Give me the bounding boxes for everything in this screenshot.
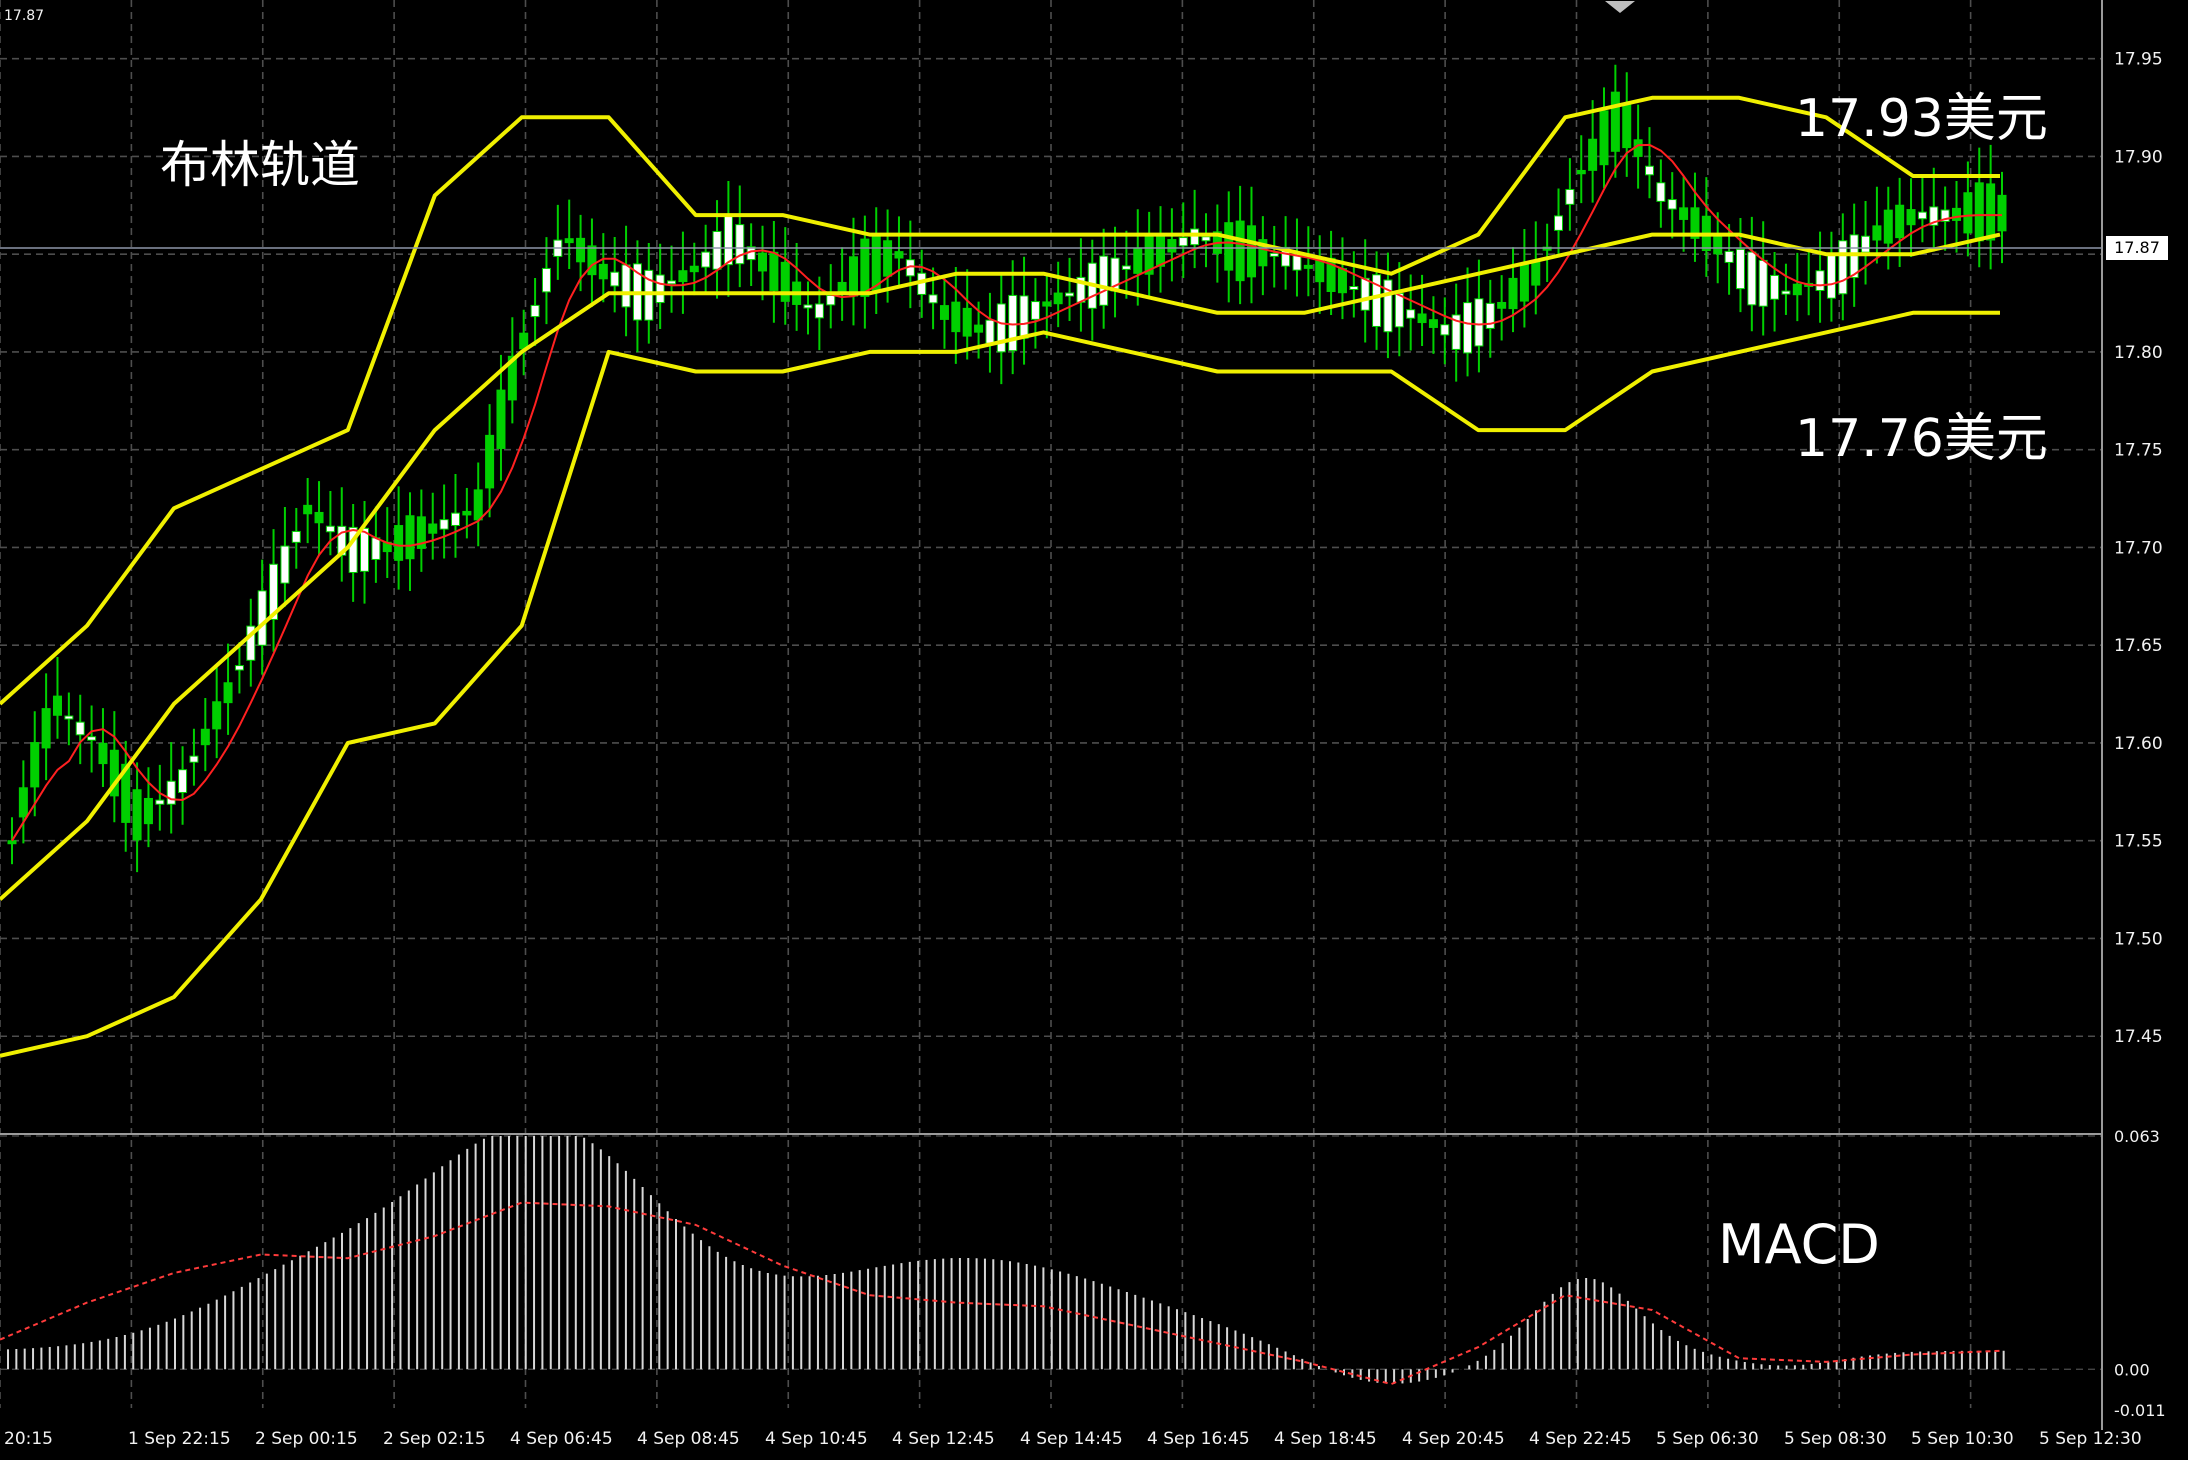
- svg-text:2 Sep 00:15: 2 Sep 00:15: [255, 1429, 358, 1449]
- svg-text:4 Sep 18:45: 4 Sep 18:45: [1274, 1429, 1377, 1449]
- svg-text:17.95: 17.95: [2114, 50, 2163, 70]
- svg-text:20:15: 20:15: [4, 1429, 53, 1449]
- svg-text:1 Sep 22:15: 1 Sep 22:15: [128, 1429, 231, 1449]
- svg-text:4 Sep 22:45: 4 Sep 22:45: [1529, 1429, 1632, 1449]
- svg-text:17.55: 17.55: [2114, 832, 2163, 852]
- svg-text:-0.011: -0.011: [2114, 1401, 2166, 1420]
- current-price-value: 17.87: [2114, 238, 2160, 257]
- svg-text:0.063: 0.063: [2114, 1127, 2160, 1146]
- svg-text:17.75: 17.75: [2114, 441, 2163, 461]
- svg-text:4 Sep 08:45: 4 Sep 08:45: [637, 1429, 740, 1449]
- svg-text:5 Sep 06:30: 5 Sep 06:30: [1656, 1429, 1759, 1449]
- macd-label: MACD: [1718, 1213, 1880, 1276]
- svg-text:0.00: 0.00: [2114, 1360, 2150, 1379]
- chart-title: 布林轨道: [160, 136, 360, 194]
- svg-text:4 Sep 10:45: 4 Sep 10:45: [765, 1429, 868, 1449]
- svg-text:4 Sep 20:45: 4 Sep 20:45: [1402, 1429, 1505, 1449]
- top-left-price: 17.87: [4, 8, 44, 24]
- svg-text:17.50: 17.50: [2114, 929, 2163, 949]
- svg-text:4 Sep 14:45: 4 Sep 14:45: [1020, 1429, 1123, 1449]
- upper-price-annotation: 17.93美元: [1795, 89, 2048, 149]
- svg-text:5 Sep 08:30: 5 Sep 08:30: [1784, 1429, 1887, 1449]
- lower-price-annotation: 17.76美元: [1795, 409, 2048, 469]
- svg-text:5 Sep 12:30: 5 Sep 12:30: [2039, 1429, 2142, 1449]
- svg-text:4 Sep 06:45: 4 Sep 06:45: [510, 1429, 613, 1449]
- svg-text:2 Sep 02:15: 2 Sep 02:15: [383, 1429, 486, 1449]
- svg-text:17.70: 17.70: [2114, 538, 2163, 558]
- chart-root: 17.9517.9017.8517.8017.7517.7017.6517.60…: [0, 0, 2188, 1460]
- svg-text:4 Sep 16:45: 4 Sep 16:45: [1147, 1429, 1250, 1449]
- svg-text:4 Sep 12:45: 4 Sep 12:45: [892, 1429, 995, 1449]
- svg-text:17.65: 17.65: [2114, 636, 2163, 656]
- svg-text:17.45: 17.45: [2114, 1027, 2163, 1047]
- candlestick-chart: 17.9517.9017.8517.8017.7517.7017.6517.60…: [0, 0, 2188, 1460]
- svg-text:17.90: 17.90: [2114, 147, 2163, 167]
- time-axis: 20:15 1 Sep 22:15 2 Sep 00:15 2 Sep 02:15 4 …: [4, 1429, 2142, 1449]
- svg-text:17.80: 17.80: [2114, 343, 2163, 363]
- svg-text:5 Sep 10:30: 5 Sep 10:30: [1911, 1429, 2014, 1449]
- svg-text:17.60: 17.60: [2114, 734, 2163, 754]
